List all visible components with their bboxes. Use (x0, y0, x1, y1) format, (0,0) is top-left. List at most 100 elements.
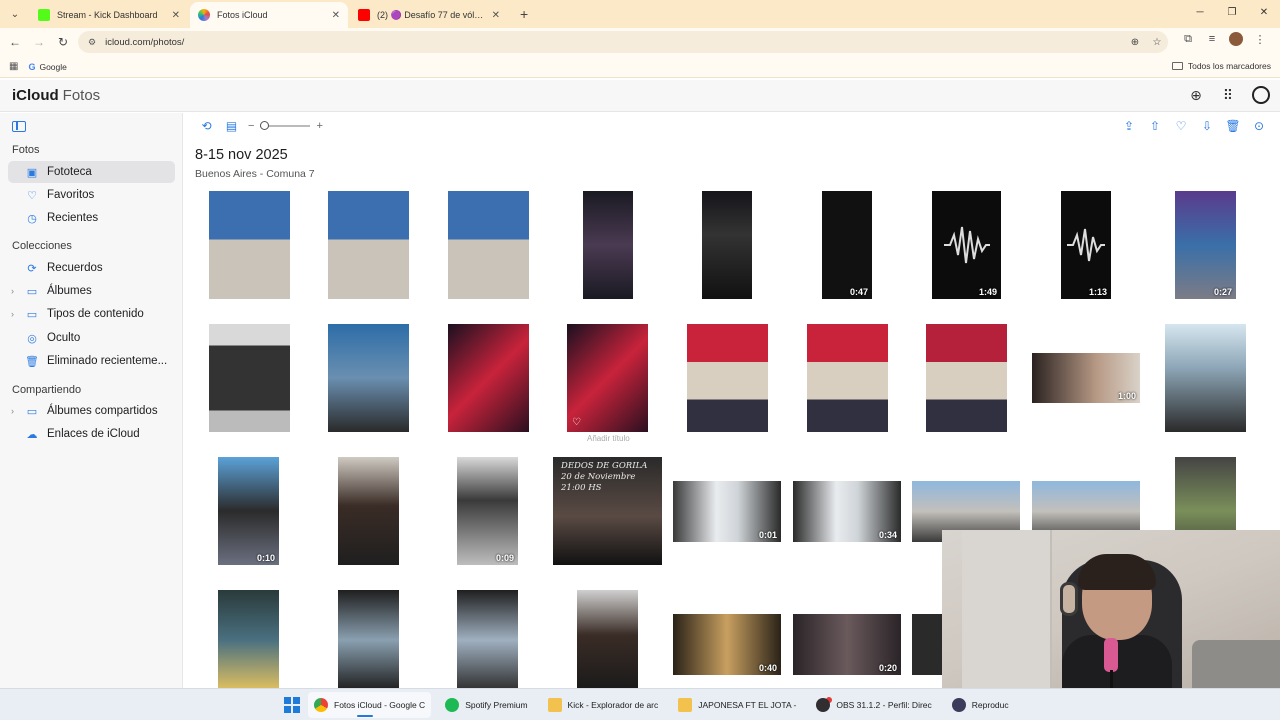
photo-thumbnail[interactable] (1165, 324, 1246, 432)
photo-thumbnail[interactable] (328, 324, 409, 432)
icloud-links-icon: ☁ (26, 428, 38, 441)
chevron-right-icon[interactable]: › (11, 406, 14, 416)
sidebar-item-tipos-de-contenido[interactable]: › ▭ Tipos de contenido (8, 303, 175, 325)
photo-thumbnail[interactable] (926, 324, 1007, 432)
screenshot-thumbnail[interactable] (702, 191, 752, 299)
event-poster-thumbnail[interactable]: DEDOS DE GORILA 20 de Noviembre 21:00 HS (553, 457, 662, 565)
chrome-icon (314, 697, 328, 712)
video-thumbnail[interactable]: 0:10 (218, 457, 279, 565)
browser-tab-youtube[interactable]: (2) 🟣 Desafío 77 de vóley - Cla ✕ (350, 2, 508, 28)
close-icon[interactable]: ✕ (172, 10, 180, 21)
download-icon[interactable]: ⇩ (1194, 119, 1220, 133)
video-thumbnail[interactable]: 0:34 (793, 481, 901, 542)
taskbar-app-explorer-kick[interactable]: Kick - Explorador de arc (542, 692, 665, 718)
taskbar-app-media-player[interactable]: Reproduc (946, 692, 1015, 718)
sidebar-item-eliminado-recientemente[interactable]: 🗑 Eliminado recienteme... (8, 350, 175, 372)
all-bookmarks-link[interactable]: Todos los marcadores (1188, 61, 1271, 71)
photo-thumbnail[interactable] (457, 590, 518, 688)
video-thumbnail[interactable]: 0:01 (673, 481, 781, 542)
chevron-right-icon[interactable]: › (11, 286, 14, 296)
photo-thumbnail[interactable] (807, 324, 888, 432)
photo-thumbnail[interactable] (577, 590, 638, 688)
screenshot-thumbnail[interactable] (583, 191, 633, 299)
video-thumbnail[interactable]: 1:00 (1032, 353, 1140, 403)
photo-thumbnail[interactable] (687, 324, 768, 432)
favorite-heart-icon[interactable]: ♡ (572, 417, 581, 428)
photo-thumbnail[interactable] (218, 590, 279, 688)
sidebar-item-albumes-compartidos[interactable]: › ▭ Álbumes compartidos (8, 400, 175, 422)
zoom-icon[interactable]: ⊕ (1124, 37, 1146, 48)
browser-tab-icloud[interactable]: Fotos iCloud ✕ (190, 2, 348, 28)
sidebar-item-favoritos[interactable]: ♡ Favoritos (8, 184, 175, 206)
close-icon[interactable]: ✕ (492, 10, 500, 21)
brand-name: iCloud (12, 87, 59, 104)
profile-avatar[interactable] (1229, 32, 1243, 46)
video-thumbnail[interactable]: 1:49 (932, 191, 1001, 299)
photo-thumbnail[interactable]: ♡ (567, 324, 648, 432)
add-title-caption[interactable]: Añadir título (587, 434, 630, 443)
extensions-icon[interactable]: ⧉ (1176, 33, 1200, 46)
photo-thumbnail[interactable] (209, 191, 290, 299)
minimize-icon[interactable]: ─ (1184, 0, 1216, 26)
photo-thumbnail[interactable] (448, 324, 529, 432)
browser-tab-kick[interactable]: Stream - Kick Dashboard ✕ (30, 2, 188, 28)
sidebar-item-recuerdos[interactable]: ⟳ Recuerdos (8, 257, 175, 279)
photo-thumbnail[interactable] (448, 191, 529, 299)
bookmark-star-icon[interactable]: ☆ (1146, 37, 1168, 48)
chevron-right-icon[interactable]: › (11, 309, 14, 319)
forward-icon[interactable]: → (27, 35, 51, 49)
sidebar-item-oculto[interactable]: ◎ Oculto (8, 327, 175, 349)
new-tab-icon[interactable]: + (520, 6, 528, 22)
poster-title: DEDOS DE GORILA (561, 461, 648, 471)
taskbar-app-chrome[interactable]: Fotos iCloud - Google C (308, 691, 432, 718)
video-thumbnail[interactable]: 0:20 (793, 614, 901, 675)
zoom-in-icon[interactable]: + (316, 120, 322, 132)
photo-thumbnail[interactable] (209, 324, 290, 432)
more-options-icon[interactable]: ⊙ (1246, 119, 1272, 133)
video-thumbnail[interactable]: 0:27 (1175, 191, 1236, 299)
apps-grid-icon[interactable]: ▦ (9, 61, 18, 72)
sidebar-item-albumes[interactable]: › ▭ Álbumes (8, 280, 175, 302)
photo-thumbnail[interactable] (328, 191, 409, 299)
photo-thumbnail[interactable] (338, 457, 399, 565)
more-menu-icon[interactable]: ⋮ (1248, 33, 1272, 46)
sidebar-item-recientes[interactable]: ◷ Recientes (8, 207, 175, 229)
back-icon[interactable]: ← (3, 35, 27, 49)
account-icon[interactable] (1252, 86, 1270, 104)
zoom-slider[interactable]: − + (248, 120, 323, 132)
folder-icon (678, 697, 693, 712)
close-icon[interactable]: ✕ (332, 10, 340, 21)
share-icon[interactable]: ⇧ (1142, 119, 1168, 133)
windows-start-icon[interactable] (284, 696, 300, 713)
sidebar-item-label: Oculto (47, 332, 81, 344)
photo-thumbnail[interactable] (338, 590, 399, 688)
favorite-icon[interactable]: ♡ (1168, 119, 1194, 133)
tab-search-chevron-icon[interactable]: ⌄ (4, 3, 26, 25)
taskbar-app-obs[interactable]: OBS 31.1.2 - Perfil: Direc (810, 692, 937, 718)
video-thumbnail[interactable]: 1:13 (1061, 191, 1111, 299)
icloud-logo[interactable]: iCloud Fotos (11, 87, 100, 104)
calendar-view-icon[interactable]: ▤ (219, 119, 244, 133)
sidebar-toggle-icon[interactable] (12, 121, 26, 132)
sidebar-item-fototeca[interactable]: ▣ Fototeca (8, 161, 175, 183)
media-controls-icon[interactable]: ≡ (1200, 33, 1224, 45)
close-window-icon[interactable]: ✕ (1248, 0, 1280, 26)
address-bar[interactable]: ⚙ icloud.com/photos/ ⊕ ☆ (78, 31, 1168, 53)
video-thumbnail[interactable]: 0:40 (673, 614, 781, 675)
video-thumbnail[interactable]: 0:09 (457, 457, 518, 565)
rotate-view-icon[interactable]: ⟲ (194, 119, 219, 133)
restore-icon[interactable]: ❐ (1216, 0, 1248, 26)
add-icon[interactable]: ⊕ (1180, 87, 1212, 104)
upload-icon[interactable]: ⇪ (1116, 119, 1142, 133)
zoom-slider-knob[interactable] (260, 121, 270, 131)
zoom-out-icon[interactable]: − (248, 120, 254, 132)
taskbar-app-explorer-japonesa[interactable]: JAPONESA FT EL JOTA - (672, 692, 802, 718)
app-launcher-icon[interactable]: ⠿ (1212, 87, 1244, 104)
video-thumbnail[interactable]: 0:47 (822, 191, 872, 299)
site-info-icon[interactable]: ⚙ (88, 37, 96, 48)
taskbar-app-spotify[interactable]: Spotify Premium (439, 692, 533, 718)
sidebar-item-enlaces-de-icloud[interactable]: ☁ Enlaces de iCloud (8, 423, 175, 445)
reload-icon[interactable]: ↻ (51, 35, 75, 49)
bookmark-google[interactable]: Google (39, 62, 66, 72)
delete-icon[interactable]: 🗑 (1220, 119, 1246, 133)
